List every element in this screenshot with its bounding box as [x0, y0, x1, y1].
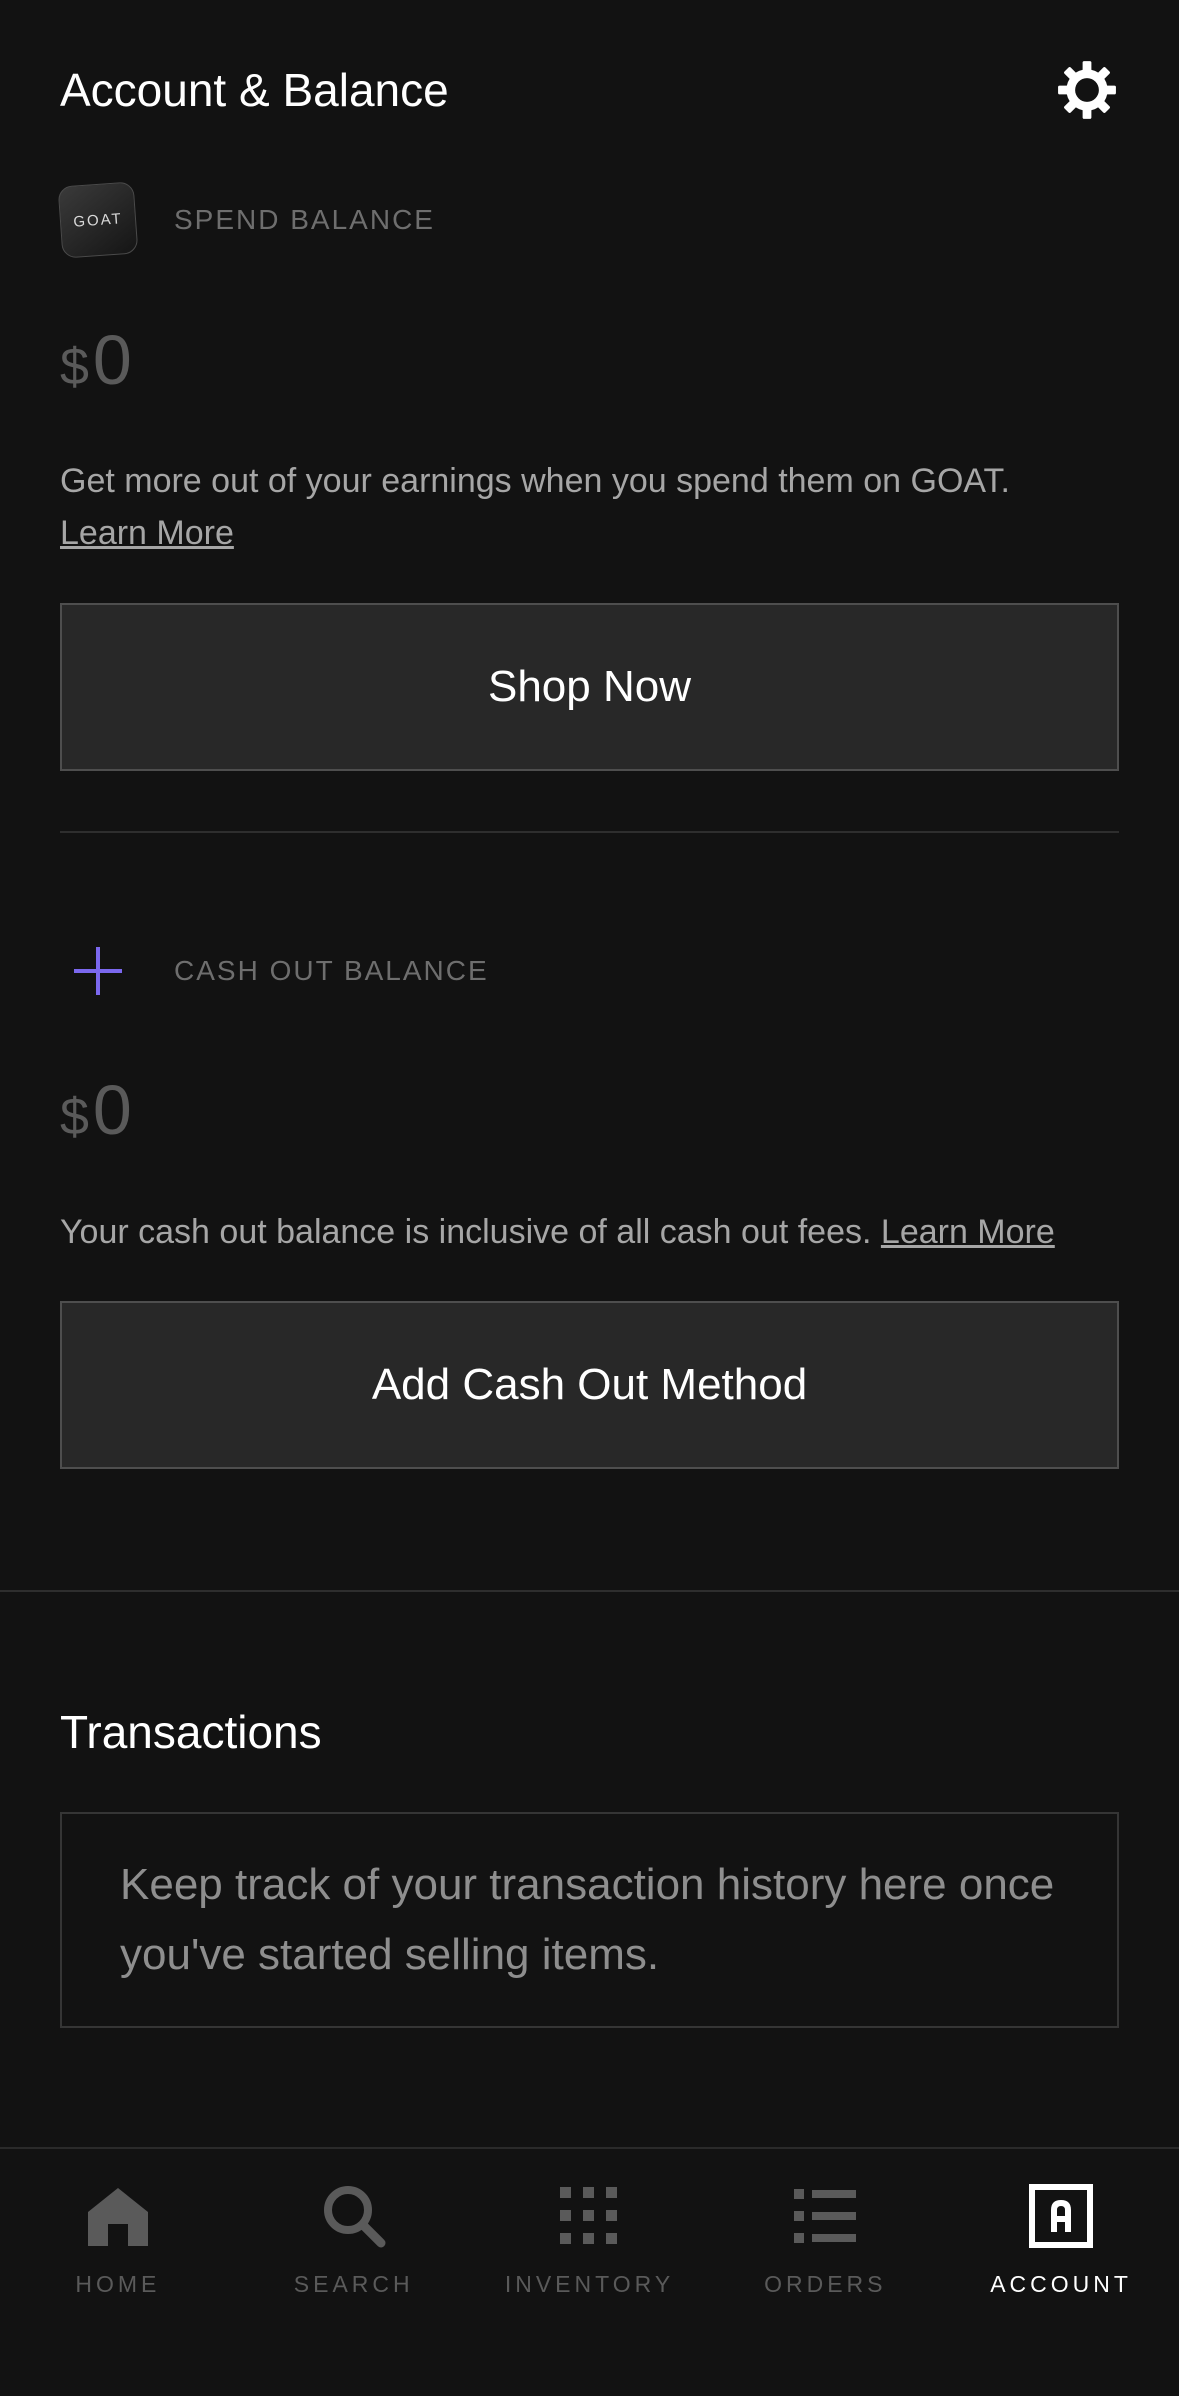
cashout-balance-label: CASH OUT BALANCE [174, 955, 489, 986]
tab-orders[interactable]: ORDERS [707, 2149, 943, 2396]
amount-value: 0 [92, 1071, 132, 1149]
cashout-description-text: Your cash out balance is inclusive of al… [60, 1213, 872, 1251]
tab-label: ORDERS [764, 2271, 887, 2297]
page-title: Account & Balance [60, 64, 449, 116]
spend-learn-more-link[interactable]: Learn More [60, 514, 234, 552]
currency-symbol: $ [60, 338, 89, 396]
bottom-tab-bar: HOME SEARCH INVENTORY ORDERS ACCOUNT [0, 2147, 1179, 2396]
spend-balance-label: SPEND BALANCE [174, 204, 435, 235]
spend-balance-header: GOAT SPEND BALANCE [57, 181, 435, 259]
transactions-empty-state: Keep track of your transaction history h… [60, 1812, 1119, 2028]
currency-symbol: $ [60, 1088, 89, 1146]
search-icon [314, 2179, 394, 2253]
cashout-description: Your cash out balance is inclusive of al… [60, 1206, 1119, 1258]
section-divider [60, 831, 1119, 833]
cashout-balance-header: CASH OUT BALANCE [60, 935, 489, 1007]
shop-now-button[interactable]: Shop Now [60, 603, 1119, 771]
tab-inventory[interactable]: INVENTORY [472, 2149, 708, 2396]
transactions-title: Transactions [60, 1706, 322, 1758]
header: Account & Balance [60, 50, 1119, 130]
tab-label: INVENTORY [504, 2271, 675, 2297]
tab-search[interactable]: SEARCH [236, 2149, 472, 2396]
inventory-grid-icon [549, 2179, 629, 2253]
tab-label: SEARCH [293, 2271, 414, 2297]
cashout-learn-more-link[interactable]: Learn More [881, 1213, 1055, 1251]
spend-balance-amount: $ 0 [60, 320, 132, 400]
settings-gear-icon[interactable] [1055, 58, 1119, 122]
transactions-empty-message: Keep track of your transaction history h… [120, 1860, 1055, 1979]
tab-home[interactable]: HOME [0, 2149, 236, 2396]
section-divider [0, 1590, 1179, 1592]
tab-account[interactable]: ACCOUNT [943, 2149, 1179, 2396]
cashout-balance-amount: $ 0 [60, 1070, 132, 1150]
goat-logo-icon: GOAT [57, 181, 139, 259]
home-icon [78, 2179, 158, 2253]
tab-label: HOME [75, 2271, 161, 2297]
spend-description-text: Get more out of your earnings when you s… [60, 462, 1010, 500]
account-icon [1021, 2179, 1101, 2253]
tab-label: ACCOUNT [990, 2271, 1132, 2297]
spend-description: Get more out of your earnings when you s… [60, 455, 1119, 559]
add-cash-out-method-button[interactable]: Add Cash Out Method [60, 1301, 1119, 1469]
orders-list-icon [785, 2179, 865, 2253]
amount-value: 0 [92, 321, 132, 399]
plus-icon[interactable] [60, 935, 136, 1007]
